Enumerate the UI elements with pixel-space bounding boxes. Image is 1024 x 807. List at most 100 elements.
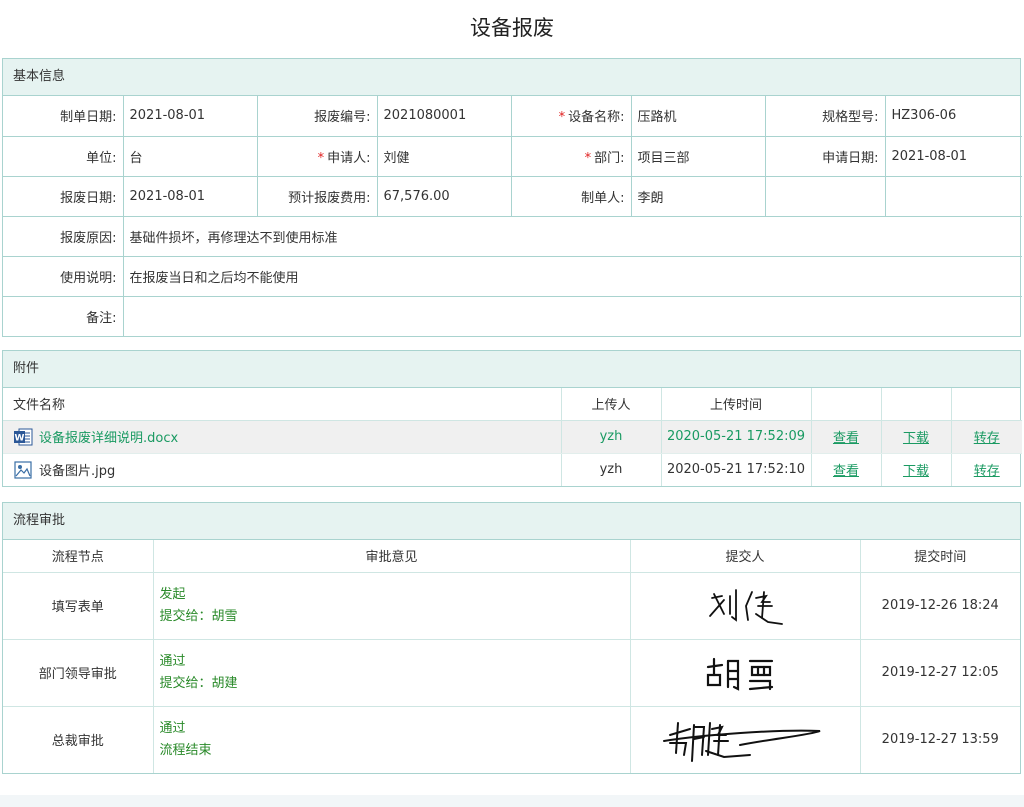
- file-name-cell[interactable]: W 设备报废详细说明.docx: [3, 420, 562, 454]
- col-upload-time: 上传时间: [661, 388, 812, 421]
- opinion-line: 发起: [159, 586, 186, 602]
- unit-label: 单位:: [3, 136, 124, 177]
- empty-cell: [885, 176, 1022, 217]
- dept-value: 项目三部: [631, 136, 766, 177]
- scrap-no-label: 报废编号:: [257, 96, 378, 137]
- applicant-value: 刘健: [377, 136, 512, 177]
- scrap-no-value: 2021080001: [377, 96, 512, 137]
- col-submit-time: 提交时间: [860, 540, 1020, 573]
- file-name[interactable]: 设备图片.jpg: [39, 464, 115, 479]
- create-date-label: 制单日期:: [3, 96, 124, 137]
- signature-cell: [630, 572, 861, 640]
- file-name[interactable]: 设备报废详细说明.docx: [39, 431, 178, 446]
- flow-node: 部门领导审批: [3, 639, 154, 707]
- dept-label-cell: * 部门:: [511, 136, 632, 177]
- equip-name-label-cell: * 设备名称:: [511, 96, 632, 137]
- flow-approval-heading: 流程审批: [3, 503, 1020, 540]
- table-row: 总裁审批 通过 流程结束 2019-12-27 13:59: [3, 706, 1020, 773]
- creator-value: 李朗: [631, 176, 766, 217]
- equip-name-value: 压路机: [631, 96, 766, 137]
- required-mark: *: [584, 150, 592, 166]
- submit-time: 2019-12-27 13:59: [881, 732, 999, 748]
- download-link[interactable]: 下载: [903, 431, 929, 446]
- table-row: 设备图片.jpg yzh 2020-05-21 17:52:10 查看 下载 转…: [3, 453, 1022, 486]
- save-link[interactable]: 转存: [974, 431, 1000, 446]
- empty-cell: [765, 176, 886, 217]
- col-file-name: 文件名称: [3, 388, 562, 421]
- upload-time: 2020-05-21 17:52:09: [661, 420, 812, 454]
- opinion-line: 流程结束: [159, 742, 212, 758]
- remark-label: 备注:: [3, 296, 124, 336]
- flow-opinion: 通过 流程结束: [153, 706, 631, 773]
- flow-approval-table: 流程节点 审批意见 提交人 提交时间 填写表单 发起 提交给：胡雪 2019-1…: [3, 540, 1020, 773]
- view-link[interactable]: 查看: [833, 431, 859, 446]
- creator-label: 制单人:: [511, 176, 632, 217]
- table-row: 填写表单 发起 提交给：胡雪 2019-12-26 18:24: [3, 572, 1020, 640]
- apply-date-value: 2021-08-01: [885, 136, 1022, 177]
- save-link[interactable]: 转存: [974, 464, 1000, 479]
- flow-approval-panel: 流程审批 流程节点 审批意见 提交人 提交时间 填写表单 发起 提交给：胡雪 2…: [2, 502, 1021, 774]
- spec-value: HZ306-06: [885, 96, 1022, 137]
- col-blank: [951, 388, 1022, 421]
- opinion-line: 通过: [159, 720, 186, 736]
- basic-info-table: 制单日期: 2021-08-01 报废编号: 2021080001 * 设备名称:…: [3, 96, 1022, 336]
- col-node: 流程节点: [3, 540, 154, 573]
- upload-time: 2020-05-21 17:52:10: [661, 453, 812, 486]
- usage-label: 使用说明:: [3, 256, 124, 297]
- opinion-line: 提交给：胡建: [159, 675, 238, 691]
- reason-label: 报废原因:: [3, 216, 124, 257]
- signature-cell: [630, 706, 861, 773]
- basic-info-heading: 基本信息: [3, 59, 1020, 96]
- uploader: yzh: [561, 420, 662, 454]
- download-link[interactable]: 下载: [903, 464, 929, 479]
- required-mark: *: [558, 110, 566, 126]
- save-cell: 转存: [951, 420, 1022, 454]
- signature-liujian: [709, 588, 783, 625]
- scrap-date-value: 2021-08-01: [123, 176, 258, 217]
- usage-value: 在报废当日和之后均不能使用: [123, 256, 1022, 297]
- view-cell: 查看: [811, 420, 882, 454]
- signature-cell: [630, 639, 861, 707]
- flow-node: 总裁审批: [3, 706, 154, 773]
- signature-hujian: [663, 721, 821, 762]
- table-row: W 设备报废详细说明.docx yzh 2020-05-21 17:52:09 …: [3, 420, 1022, 454]
- unit-value: 台: [123, 136, 258, 177]
- save-cell: 转存: [951, 453, 1022, 486]
- opinion-line: 通过: [159, 653, 186, 669]
- est-cost-value: 67,576.00: [377, 176, 512, 217]
- view-cell: 查看: [811, 453, 882, 486]
- remark-value: [123, 296, 1022, 336]
- bottom-bar: [0, 795, 1024, 807]
- col-blank: [881, 388, 952, 421]
- uploader: yzh: [561, 453, 662, 486]
- view-link[interactable]: 查看: [833, 464, 859, 479]
- opinion-line: 提交给：胡雪: [159, 608, 238, 624]
- scrap-date-label: 报废日期:: [3, 176, 124, 217]
- download-cell: 下载: [881, 453, 952, 486]
- spec-label: 规格型号:: [765, 96, 886, 137]
- est-cost-label: 预计报废费用:: [257, 176, 378, 217]
- col-uploader: 上传人: [561, 388, 662, 421]
- image-file-icon: [14, 461, 32, 479]
- file-name-cell[interactable]: 设备图片.jpg: [3, 453, 562, 486]
- col-blank: [811, 388, 882, 421]
- applicant-label: 申请人:: [327, 150, 371, 166]
- signature-huxue: [706, 657, 774, 691]
- attachments-table: 文件名称 上传人 上传时间 W 设备报废详细说明.docx yzh 2020-0…: [3, 388, 1022, 486]
- reason-value: 基础件损坏，再修理达不到使用标准: [123, 216, 1022, 257]
- attachments-panel: 附件 文件名称 上传人 上传时间 W 设备报废详细说明.docx yzh 202…: [2, 350, 1022, 487]
- table-row: 部门领导审批 通过 提交给：胡建 2019-12-27 12:05: [3, 639, 1020, 707]
- basic-info-panel: 基本信息 制单日期: 2021-08-01 报废编号: 2021080001 *…: [2, 58, 1022, 337]
- required-mark: *: [317, 150, 325, 166]
- attachments-heading: 附件: [3, 351, 1020, 388]
- dept-label: 部门:: [594, 150, 625, 166]
- create-date-value: 2021-08-01: [123, 96, 258, 137]
- applicant-label-cell: * 申请人:: [257, 136, 378, 177]
- word-doc-icon: W: [14, 428, 33, 445]
- flow-opinion: 通过 提交给：胡建: [153, 639, 631, 707]
- svg-text:W: W: [15, 433, 25, 443]
- submit-time: 2019-12-26 18:24: [860, 572, 1020, 640]
- flow-opinion: 发起 提交给：胡雪: [153, 572, 631, 640]
- submit-time: 2019-12-27 12:05: [860, 639, 1020, 707]
- col-submitter: 提交人: [630, 540, 861, 573]
